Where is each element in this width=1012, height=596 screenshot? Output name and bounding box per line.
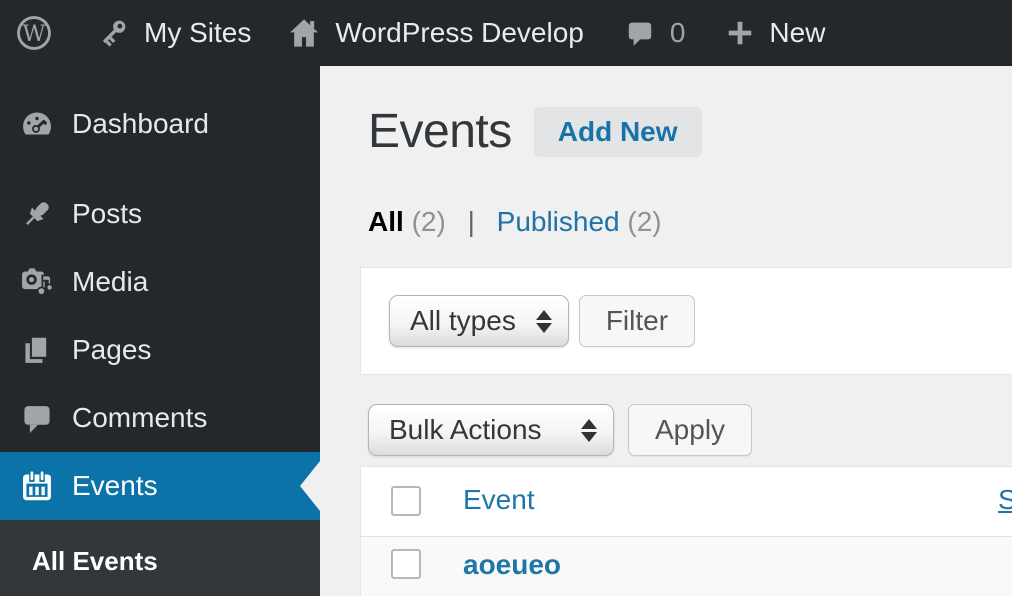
sidebar-item-label: Dashboard <box>72 108 209 139</box>
view-published-count-value: (2) <box>627 206 662 237</box>
svg-text:W: W <box>22 21 46 47</box>
admin-sidebar: Dashboard Posts Media Pages Comments Eve… <box>0 66 320 596</box>
home-icon <box>287 16 321 50</box>
title-row: Events Add New <box>368 104 702 159</box>
event-title-link[interactable]: aoeueo <box>463 549 561 581</box>
add-new-button[interactable]: Add New <box>533 106 702 157</box>
select-all-checkbox[interactable] <box>391 486 421 516</box>
bulk-actions-selected-value: Bulk Actions <box>389 414 542 445</box>
key-icon <box>96 16 130 50</box>
view-all-link[interactable]: All <box>368 206 404 237</box>
admin-bar: W My Sites WordPress Develop 0 New <box>0 0 1012 66</box>
table-header-row: Event S <box>361 467 1012 537</box>
current-item-arrow <box>300 461 320 511</box>
view-published-link[interactable]: Published <box>497 206 620 237</box>
select-arrows-icon <box>535 309 552 333</box>
comment-bubble-icon <box>624 17 656 49</box>
sidebar-item-media[interactable]: Media <box>0 248 320 316</box>
events-submenu: All Events <box>0 520 320 596</box>
select-arrows-icon <box>581 418 597 442</box>
view-separator: | <box>467 206 475 237</box>
submenu-item-all-events[interactable]: All Events <box>32 546 320 576</box>
filter-button[interactable]: Filter <box>578 295 696 347</box>
type-filter-selected-value: All types <box>410 305 516 336</box>
wordpress-admin-screen: W My Sites WordPress Develop 0 New Dashb… <box>0 0 1012 596</box>
new-content-menu[interactable]: New <box>725 17 825 49</box>
wordpress-logo-icon: W <box>16 15 52 51</box>
sidebar-item-label: Pages <box>72 334 152 365</box>
new-label: New <box>769 17 826 48</box>
bulk-actions-row: Bulk Actions Apply <box>368 404 753 456</box>
wp-logo-menu[interactable]: W <box>16 15 52 51</box>
plus-icon <box>725 18 755 48</box>
pushpin-icon <box>20 197 54 231</box>
sidebar-item-pages[interactable]: Pages <box>0 316 320 384</box>
sidebar-item-label: Events <box>72 470 158 501</box>
apply-button[interactable]: Apply <box>628 404 753 456</box>
dashboard-icon <box>20 107 54 141</box>
comments-menu[interactable]: 0 <box>624 17 686 49</box>
table-row: aoeueo <box>361 537 1012 596</box>
site-name-label: WordPress Develop <box>335 17 584 48</box>
sidebar-item-label: Posts <box>72 198 143 229</box>
sidebar-item-label: Comments <box>72 402 208 433</box>
filter-panel: All types Filter <box>360 267 1012 375</box>
my-sites-menu[interactable]: My Sites <box>96 16 251 50</box>
comments-count-badge: 0 <box>669 17 686 48</box>
type-filter-select[interactable]: All types <box>389 295 569 347</box>
stacked-pages-icon <box>20 333 54 367</box>
sidebar-item-posts[interactable]: Posts <box>0 180 320 248</box>
column-header-start[interactable]: S <box>998 484 1012 516</box>
bulk-actions-select[interactable]: Bulk Actions <box>368 404 614 456</box>
view-filter-links: All (2) | Published (2) <box>368 206 662 238</box>
admin-menu: Dashboard Posts Media Pages Comments Eve… <box>0 66 320 520</box>
sidebar-item-label: Media <box>72 266 149 297</box>
camera-note-icon <box>20 265 54 299</box>
my-sites-label: My Sites <box>144 17 252 48</box>
sidebar-item-dashboard[interactable]: Dashboard <box>0 90 320 158</box>
calendar-icon <box>20 469 54 503</box>
view-all-count-value: (2) <box>411 206 446 237</box>
row-checkbox[interactable] <box>391 549 421 579</box>
sidebar-item-events[interactable]: Events <box>0 452 320 520</box>
sidebar-item-comments[interactable]: Comments <box>0 384 320 452</box>
events-list-table: Event S aoeueo <box>360 466 1012 596</box>
site-name-menu[interactable]: WordPress Develop <box>287 16 584 50</box>
speech-bubble-icon <box>20 401 54 435</box>
page-title: Events <box>368 105 512 158</box>
main-content: Events Add New All (2) | Published (2) A… <box>320 66 1012 596</box>
column-header-event[interactable]: Event <box>463 484 535 516</box>
